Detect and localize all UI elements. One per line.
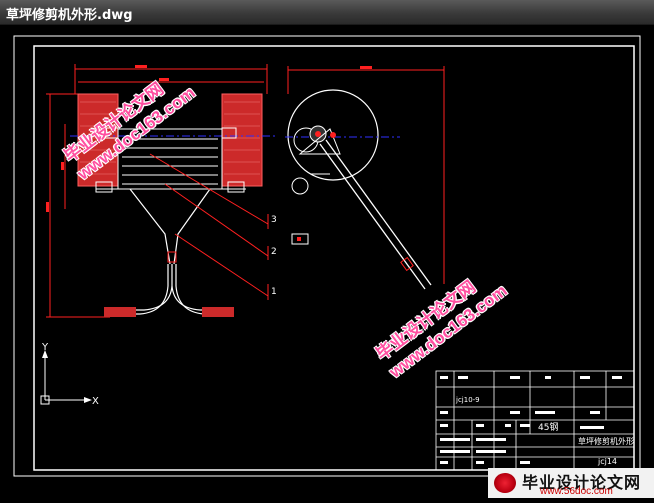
title-block <box>435 370 635 471</box>
left-grip <box>104 307 136 317</box>
site-logo-icon <box>494 473 516 493</box>
side-view <box>285 66 445 290</box>
balloon-2: 2 <box>271 247 277 257</box>
drawing-canvas[interactable]: 3 2 1 Y X jcj10-9 45钢 草坪修剪机外形 jcj14 <box>0 24 654 498</box>
balloon-1: 1 <box>271 287 277 297</box>
title-block-material: 45钢 <box>538 421 558 433</box>
right-grip <box>202 307 234 317</box>
window-titlebar: 草坪修剪机外形.dwg <box>0 0 654 25</box>
balloon-3: 3 <box>271 215 277 225</box>
ucs-x-label: X <box>92 396 99 407</box>
title-block-code-top: jcj10-9 <box>455 396 480 404</box>
ucs-y-label: Y <box>41 342 49 353</box>
right-wheel <box>221 93 263 187</box>
site-badge-url: www.56doc.com <box>540 486 613 497</box>
title-block-drawing-name: 草坪修剪机外形 <box>578 436 634 446</box>
ucs-icon: Y X <box>40 342 99 407</box>
cad-drawing: 3 2 1 Y X jcj10-9 45钢 草坪修剪机外形 jcj14 <box>13 35 641 477</box>
site-badge[interactable]: 毕业设计论文网 www.56doc.com <box>488 468 654 498</box>
title-block-code-bottom: jcj14 <box>597 457 617 466</box>
window-title: 草坪修剪机外形.dwg <box>6 8 133 23</box>
